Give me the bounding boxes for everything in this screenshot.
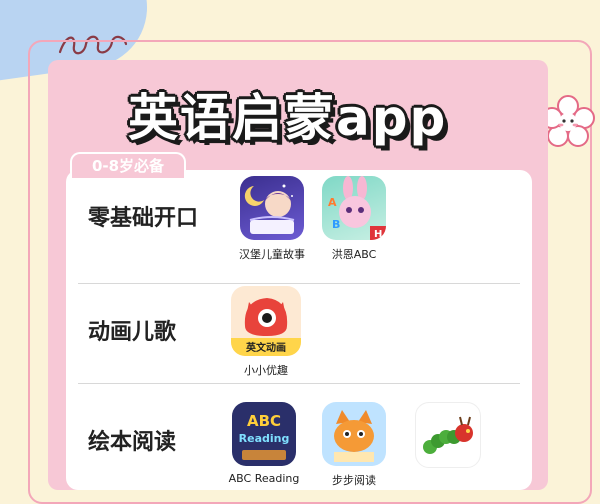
page-title: 英语启蒙app	[128, 89, 448, 147]
svg-text:ABC: ABC	[247, 412, 281, 430]
app-name: 小小优趣	[244, 364, 288, 377]
app-hanbao-story[interactable]: 汉堡儿童故事	[236, 176, 308, 262]
flower-decoration	[541, 95, 595, 147]
app-name: 步步阅读	[332, 474, 376, 487]
red-monster-icon: 英文动画	[231, 286, 301, 356]
app-xiaoxiao-youqu[interactable]: 英文动画 小小优趣	[230, 286, 302, 378]
divider	[78, 383, 520, 384]
category-label: 动画儿歌	[88, 320, 177, 345]
abc-reading-icon: ABC Reading	[232, 402, 296, 466]
app-hongen-abc[interactable]: A B H 洪恩ABC	[318, 176, 390, 262]
svg-text:A: A	[328, 196, 337, 209]
app-name: 汉堡儿童故事	[239, 248, 305, 261]
svg-text:H: H	[374, 229, 382, 240]
app-name: 洪恩ABC	[331, 248, 377, 261]
caterpillar-icon	[415, 402, 481, 468]
app-caterpillar[interactable]	[412, 402, 484, 474]
app-abc-reading[interactable]: ABC Reading ABC Reading	[228, 402, 300, 485]
moon-girl-icon	[240, 176, 304, 240]
icon-caption: 英文动画	[245, 341, 286, 354]
orange-cat-icon	[322, 402, 386, 466]
category-label: 绘本阅读	[88, 430, 177, 455]
svg-text:Reading: Reading	[239, 432, 290, 445]
svg-text:B: B	[332, 218, 340, 231]
app-bubu-reading[interactable]: 步步阅读	[318, 402, 390, 488]
app-name: ABC Reading	[228, 472, 300, 485]
divider	[78, 283, 520, 284]
bunny-abc-icon: A B H	[322, 176, 386, 240]
category-label: 零基础开口	[88, 206, 199, 231]
age-badge: 0-8岁必备	[70, 152, 186, 178]
